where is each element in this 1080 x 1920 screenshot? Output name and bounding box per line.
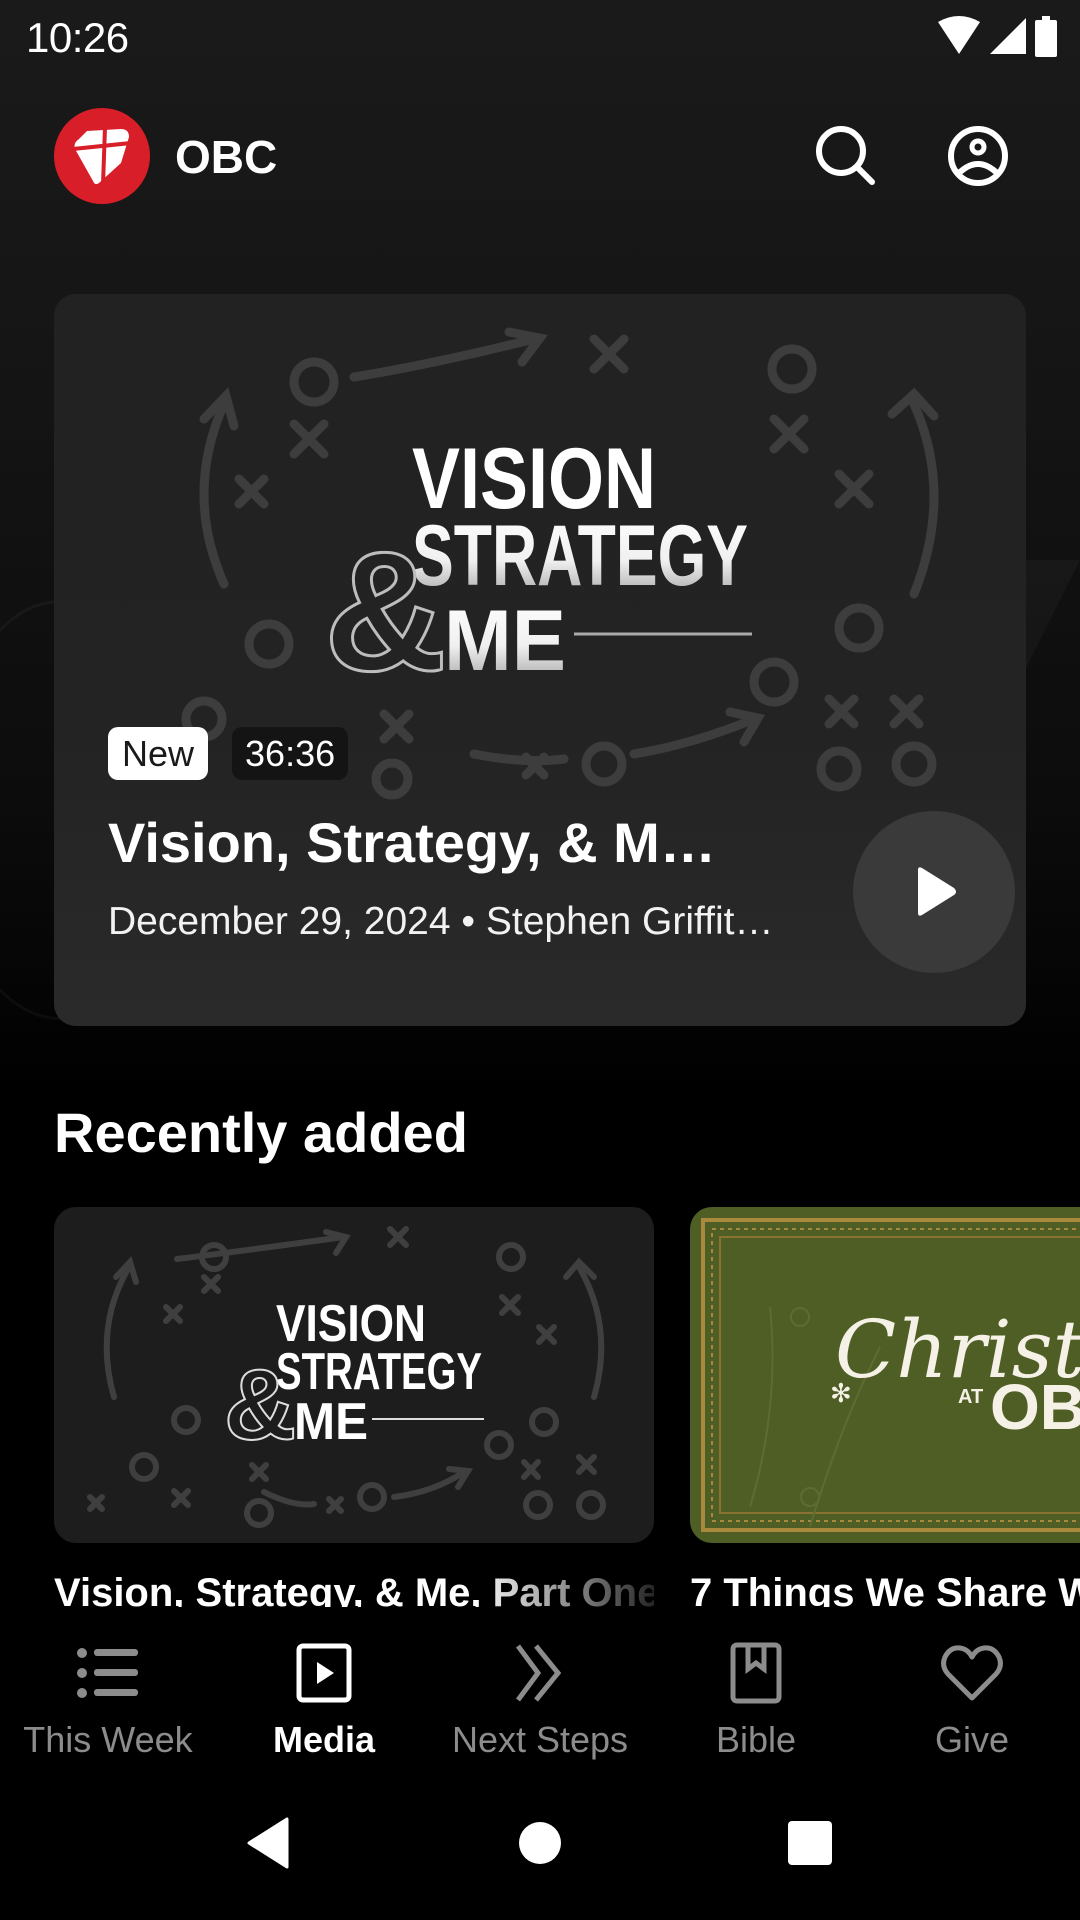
double-chevron-icon [508,1641,572,1705]
nav-label: Media [272,1719,376,1760]
new-badge: New [108,727,209,780]
play-button[interactable] [853,811,1015,973]
nav-item-this-week[interactable]: This Week [0,1607,216,1767]
recently-added-carousel[interactable]: VISION STRATEGY & ME Vision, Strategy, &… [54,1207,1080,1607]
artwork-line-me: ME [444,593,566,689]
media-card-title: Vision, Strategy, & Me, Part One [54,1571,654,1607]
artwork-ampersand: & [324,517,447,707]
thumb-ampersand: & [224,1349,296,1461]
featured-media-card[interactable]: VISION STRATEGY & ME New 36:36 Vision, S… [54,294,1026,1026]
duration-badge: 36:36 [232,727,349,780]
play-icon [918,867,956,916]
search-icon [816,126,875,185]
featured-subtitle: December 29, 2024 • Stephen Griffit… [108,900,774,943]
back-icon [247,1817,289,1869]
cellular-signal-icon [990,18,1026,54]
system-nav-bar [0,1767,1080,1920]
account-circle-icon [948,126,1008,186]
artwork-line-strategy: STRATEGY [412,508,748,604]
profile-button[interactable] [944,122,1012,190]
app-title: OBC [175,131,278,183]
back-button[interactable] [238,1813,298,1873]
status-icons [936,16,1058,58]
wifi-icon [938,16,980,54]
vision-strategy-artwork: VISION STRATEGY & ME [87,1226,606,1528]
bottom-nav: This Week Media Next Steps Bible Give [0,1607,1080,1767]
media-card[interactable]: Christmas AT OBC ✻ 7 Things We Share W [690,1207,1080,1607]
nav-label: Next Steps [451,1719,629,1760]
nav-label: Bible [715,1719,797,1760]
snowflake-icon: ✻ [830,1378,852,1408]
home-button[interactable] [510,1813,570,1873]
search-button[interactable] [812,122,880,190]
media-thumbnail: Christmas AT OBC ✻ [690,1207,1080,1543]
nav-item-bible[interactable]: Bible [648,1607,864,1767]
obc-logo[interactable] [54,108,150,204]
status-time: 10:26 [26,14,129,61]
badge-row: New 36:36 [108,727,349,780]
recents-button[interactable] [780,1813,840,1873]
nav-item-media[interactable]: Media [216,1607,432,1767]
battery-icon [1035,16,1057,57]
nav-label: Give [934,1719,1010,1760]
media-card-title: 7 Things We Share W [690,1571,1080,1607]
status-bar: 10:26 [0,0,1080,72]
heart-icon [940,1641,1004,1705]
recently-added-heading: Recently added [54,1101,468,1164]
artwork-brand-obc: OBC [990,1371,1080,1443]
list-icon [76,1641,140,1705]
featured-title: Vision, Strategy, & M… [108,811,716,874]
recents-icon [788,1821,832,1865]
nav-label: This Week [23,1719,193,1760]
thumb-line-me: ME [294,1393,368,1451]
media-card[interactable]: VISION STRATEGY & ME Vision, Strategy, &… [54,1207,654,1607]
play-box-icon [292,1641,356,1705]
obc-logo-icon [72,126,132,186]
nav-item-give[interactable]: Give [864,1607,1080,1767]
app-header: OBC [0,100,1080,212]
nav-item-next-steps[interactable]: Next Steps [432,1607,648,1767]
christmas-at-obc-artwork: Christmas AT OBC ✻ [701,1218,1080,1532]
media-thumbnail: VISION STRATEGY & ME [54,1207,654,1543]
artwork-at: AT [958,1386,983,1408]
book-icon [724,1641,788,1705]
home-icon [519,1822,561,1864]
